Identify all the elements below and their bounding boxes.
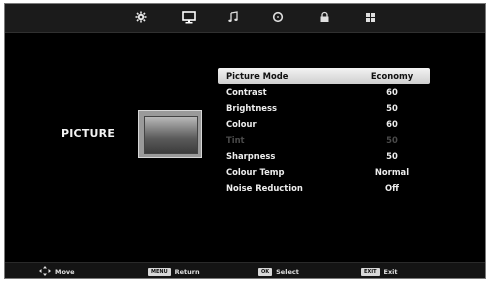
setting-sharpness[interactable]: Sharpness 50 [218, 148, 430, 164]
exit-label: Exit [383, 268, 398, 276]
setting-value: 60 [386, 119, 398, 129]
setting-colour[interactable]: Colour 60 [218, 116, 430, 132]
setting-value: Economy [370, 71, 414, 81]
setting-colour-temp[interactable]: Colour Temp Normal [218, 164, 430, 180]
setting-value: Normal [374, 167, 410, 177]
monitor-icon[interactable] [180, 8, 198, 26]
setting-label: Tint [226, 135, 245, 145]
setting-value: 50 [386, 151, 398, 161]
setting-value: 50 [386, 135, 398, 145]
setting-contrast[interactable]: Contrast 60 [218, 84, 430, 100]
setting-value: 60 [386, 87, 398, 97]
setting-value: Off [385, 183, 399, 193]
music-note-icon[interactable] [224, 8, 242, 26]
setting-label: Picture Mode [226, 71, 289, 81]
menu-category-bar [5, 4, 485, 33]
setting-picture-mode[interactable]: Picture Mode Economy [218, 68, 430, 84]
setting-label: Noise Reduction [226, 183, 303, 193]
setting-label: Colour Temp [226, 167, 285, 177]
setting-brightness[interactable]: Brightness 50 [218, 100, 430, 116]
hint-exit: EXIT Exit [361, 267, 398, 277]
picture-settings-list: Picture Mode Economy Contrast 60 Brightn… [218, 68, 430, 196]
ok-key-icon: OK [258, 268, 273, 276]
setting-tint: Tint 50 [218, 132, 430, 148]
setting-value: 50 [386, 103, 398, 113]
menu-title: PICTURE [61, 127, 116, 140]
hint-return: MENU Return [148, 267, 200, 277]
grid-icon[interactable] [361, 8, 379, 26]
clock-icon[interactable] [269, 8, 287, 26]
tv-screen: PICTURE Picture Mode Economy Contrast 60… [4, 3, 486, 279]
help-bar: Move MENU Return OK Select EXIT Exit [5, 262, 485, 278]
tv-screen-graphic [144, 116, 198, 154]
move-label: Move [55, 268, 75, 276]
gear-icon[interactable] [132, 8, 150, 26]
picture-tv-icon [138, 110, 202, 158]
setting-label: Contrast [226, 87, 267, 97]
hint-move: Move [39, 266, 75, 278]
menu-key-icon: MENU [148, 268, 171, 276]
select-label: Select [276, 268, 299, 276]
setting-label: Colour [226, 119, 257, 129]
lock-icon[interactable] [315, 8, 333, 26]
setting-label: Brightness [226, 103, 277, 113]
dpad-icon [39, 266, 51, 278]
setting-label: Sharpness [226, 151, 276, 161]
setting-noise-reduction[interactable]: Noise Reduction Off [218, 180, 430, 196]
exit-key-icon: EXIT [361, 268, 380, 276]
hint-select: OK Select [258, 267, 299, 277]
return-label: Return [174, 268, 200, 276]
